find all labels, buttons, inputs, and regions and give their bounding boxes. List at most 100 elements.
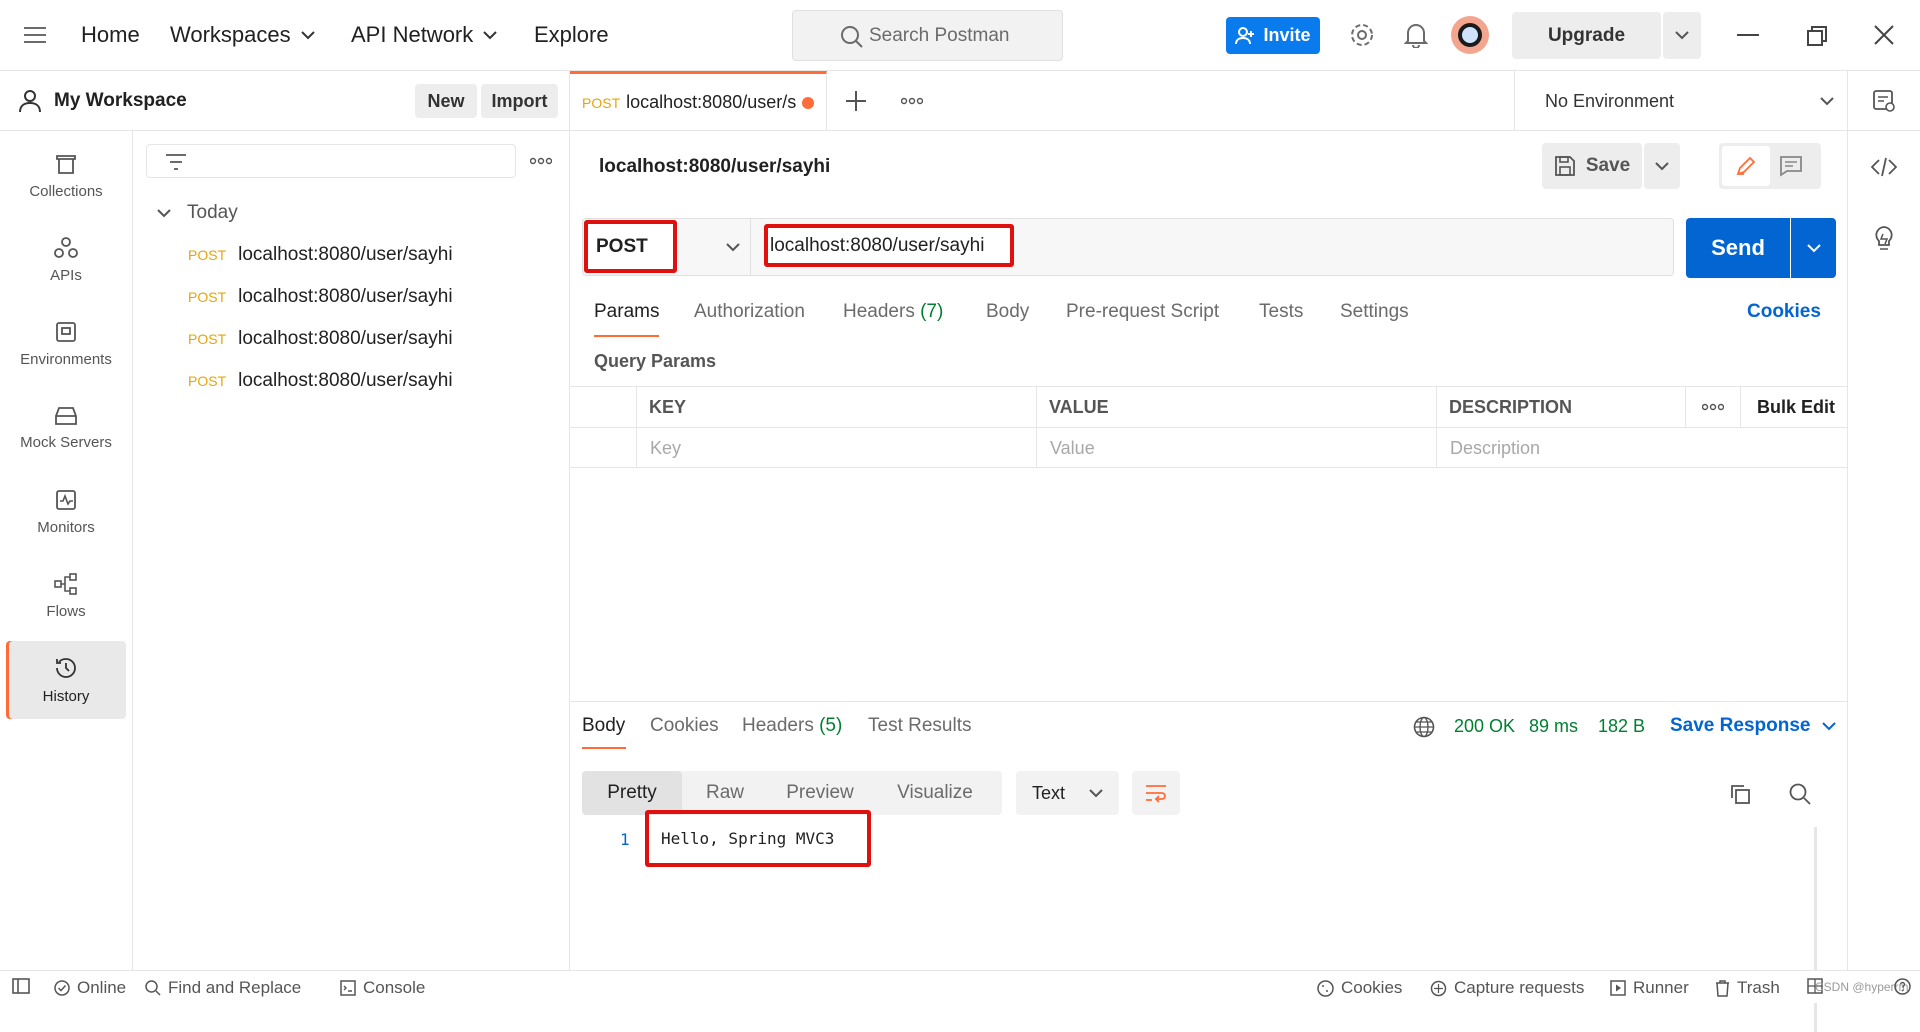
sidebar-item-mock-servers[interactable]: Mock Servers: [6, 389, 126, 467]
tab-more-options-icon[interactable]: [901, 97, 923, 105]
send-dropdown-button[interactable]: [1791, 218, 1836, 278]
import-button[interactable]: Import: [481, 84, 558, 118]
chevron-down-icon: [483, 30, 497, 39]
description-input[interactable]: Description: [1450, 438, 1540, 459]
tab-params[interactable]: Params: [594, 301, 659, 323]
sidebar-item-apis[interactable]: APIs: [6, 221, 126, 299]
lightbulb-icon[interactable]: [1874, 226, 1894, 252]
table-more-options-icon[interactable]: [1702, 403, 1724, 411]
view-pretty[interactable]: Pretty: [582, 771, 682, 815]
sidebar-rail: Collections APIs Environments Mock Serve…: [0, 131, 133, 970]
wrap-lines-icon[interactable]: [1132, 771, 1180, 815]
nav-api-network[interactable]: API Network: [351, 22, 497, 48]
comment-icon[interactable]: [1779, 155, 1803, 177]
history-item[interactable]: POST localhost:8080/user/sayhi: [188, 328, 453, 350]
runner-button[interactable]: Runner: [1610, 978, 1689, 998]
tab-settings[interactable]: Settings: [1340, 301, 1409, 323]
sidebar-item-collections[interactable]: Collections: [6, 137, 126, 215]
sidebar-item-flows[interactable]: Flows: [6, 557, 126, 635]
value-input[interactable]: Value: [1050, 438, 1095, 459]
console-button[interactable]: Console: [340, 978, 425, 998]
copy-icon[interactable]: [1729, 783, 1751, 805]
notifications-bell-icon[interactable]: [1404, 22, 1428, 48]
format-selector[interactable]: Text: [1016, 771, 1119, 815]
response-tab-test-results[interactable]: Test Results: [868, 715, 971, 737]
history-item[interactable]: POST localhost:8080/user/sayhi: [188, 244, 453, 266]
trash-button[interactable]: Trash: [1715, 978, 1780, 998]
save-response-label: Save Response: [1670, 715, 1811, 736]
new-button[interactable]: New: [415, 84, 477, 118]
sidebar-item-label: Flows: [46, 602, 86, 620]
close-window-icon[interactable]: [1874, 25, 1894, 45]
play-icon: [1610, 980, 1626, 996]
sidebar-item-monitors[interactable]: Monitors: [6, 473, 126, 551]
find-and-replace-button[interactable]: Find and Replace: [145, 978, 301, 998]
minimize-window-icon[interactable]: [1737, 34, 1759, 36]
search-box[interactable]: Search Postman: [792, 10, 1063, 61]
view-raw-label: Raw: [705, 782, 744, 803]
bulk-edit-button[interactable]: Bulk Edit: [1757, 397, 1835, 418]
floppy-disk-icon: [1554, 156, 1575, 176]
monitor-pulse-icon: [56, 489, 76, 510]
view-visualize[interactable]: Visualize: [875, 771, 995, 815]
request-tab[interactable]: POST localhost:8080/user/s: [570, 71, 827, 131]
key-input[interactable]: Key: [650, 438, 681, 459]
tab-tests[interactable]: Tests: [1259, 301, 1303, 323]
hamburger-menu-icon[interactable]: [24, 26, 46, 44]
history-item[interactable]: POST localhost:8080/user/sayhi: [188, 286, 453, 308]
cookies-button[interactable]: Cookies: [1317, 978, 1402, 998]
environment-quick-look-icon[interactable]: [1872, 89, 1896, 113]
response-tab-cookies[interactable]: Cookies: [650, 715, 719, 737]
view-preview[interactable]: Preview: [770, 771, 870, 815]
headers-count-badge: (7): [920, 301, 944, 322]
tab-authorization[interactable]: Authorization: [694, 301, 805, 323]
upgrade-dropdown-button[interactable]: [1663, 12, 1701, 59]
cookies-link[interactable]: Cookies: [1747, 301, 1821, 323]
search-icon: [145, 980, 161, 996]
tab-pre-request-script[interactable]: Pre-request Script: [1066, 301, 1219, 323]
save-response-button[interactable]: Save Response: [1670, 715, 1837, 737]
filter-icon: [166, 154, 186, 170]
send-button[interactable]: Send: [1686, 218, 1790, 278]
search-response-icon[interactable]: [1789, 783, 1811, 805]
history-item-url: localhost:8080/user/sayhi: [238, 244, 453, 265]
toggle-sidebar-icon[interactable]: [12, 978, 30, 994]
save-dropdown-button[interactable]: [1644, 143, 1680, 189]
environment-label: No Environment: [1545, 90, 1675, 111]
method-badge: POST: [188, 331, 227, 347]
sidebar-item-history[interactable]: History: [6, 641, 126, 719]
history-item[interactable]: POST localhost:8080/user/sayhi: [188, 370, 453, 392]
invite-button[interactable]: Invite: [1226, 17, 1320, 54]
help-icon[interactable]: [1894, 978, 1911, 995]
edit-pencil-icon[interactable]: [1722, 146, 1770, 186]
column-divider: [636, 387, 637, 468]
url-input[interactable]: localhost:8080/user/sayhi: [764, 224, 1014, 267]
nav-workspaces[interactable]: Workspaces: [170, 22, 315, 48]
tab-body[interactable]: Body: [986, 301, 1029, 323]
response-headers-count-badge: (5): [819, 715, 843, 736]
query-params-title: Query Params: [594, 351, 717, 371]
response-tab-headers[interactable]: Headers (5): [742, 715, 842, 737]
history-group-today[interactable]: Today: [157, 202, 238, 224]
online-status[interactable]: Online: [54, 978, 126, 998]
avatar[interactable]: [1451, 16, 1489, 54]
settings-icon[interactable]: [1349, 22, 1375, 48]
upgrade-button[interactable]: Upgrade: [1512, 12, 1661, 59]
nav-home[interactable]: Home: [81, 22, 140, 48]
nav-explore[interactable]: Explore: [534, 22, 609, 48]
response-divider: [570, 701, 1847, 702]
response-tab-body[interactable]: Body: [582, 715, 625, 737]
history-more-options-icon[interactable]: [530, 157, 552, 165]
restore-window-icon[interactable]: [1807, 26, 1827, 46]
view-raw[interactable]: Raw: [685, 771, 765, 815]
save-button[interactable]: Save: [1542, 143, 1642, 189]
history-filter-input[interactable]: [146, 144, 516, 178]
edit-comment-toggle: [1719, 143, 1821, 189]
tab-headers[interactable]: Headers (7): [843, 301, 943, 323]
environment-selector[interactable]: No Environment: [1514, 71, 1847, 131]
sidebar-item-environments[interactable]: Environments: [6, 305, 126, 383]
code-snippet-icon[interactable]: [1871, 157, 1897, 177]
capture-requests-button[interactable]: Capture requests: [1430, 978, 1584, 998]
new-tab-plus-icon[interactable]: [846, 91, 866, 111]
method-badge: POST: [188, 247, 227, 263]
